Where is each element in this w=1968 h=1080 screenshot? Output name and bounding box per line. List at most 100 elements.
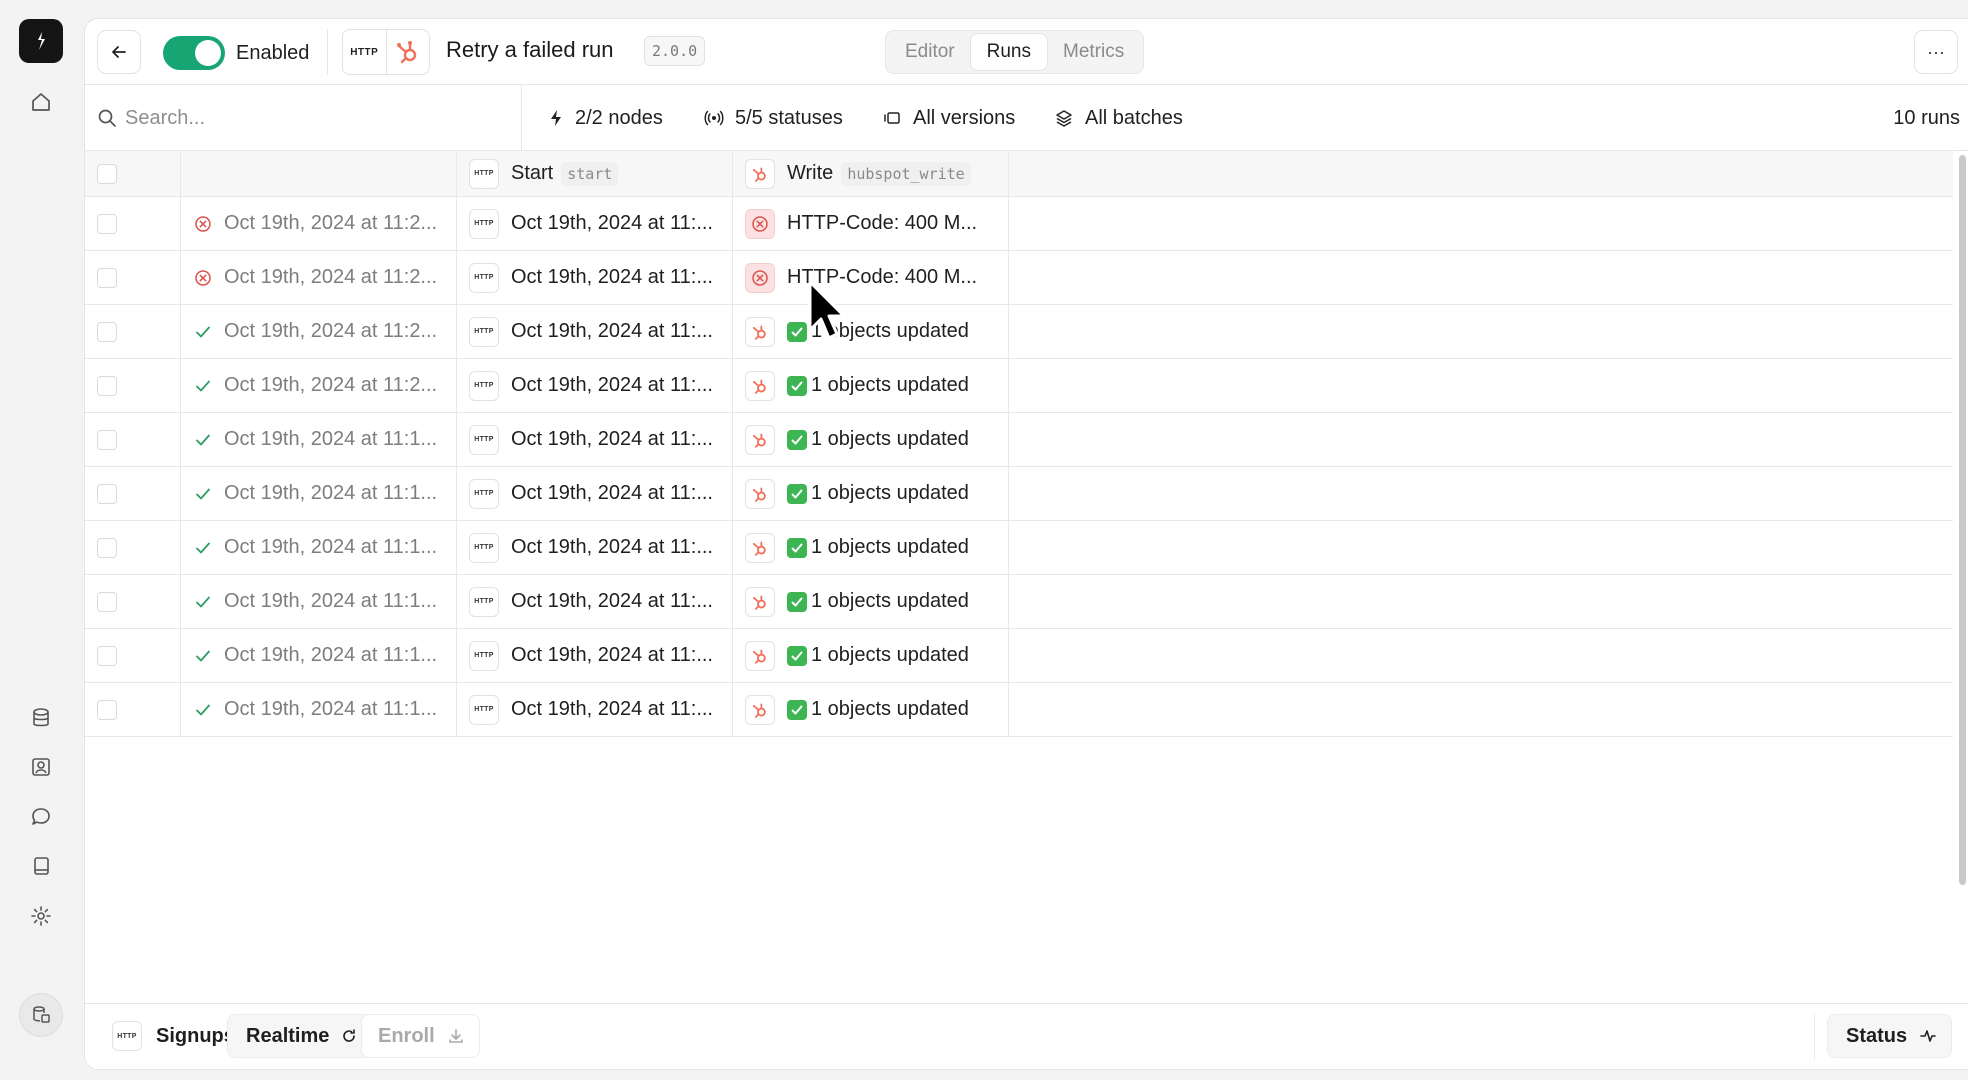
enabled-toggle[interactable]: Enabled (163, 33, 309, 73)
batches-filter[interactable]: All batches (1054, 85, 1183, 151)
enroll-button[interactable]: Enroll (361, 1014, 480, 1058)
run-time-cell[interactable]: Oct 19th, 2024 at 11:2... (181, 197, 457, 250)
tab-runs[interactable]: Runs (970, 34, 1047, 70)
run-time-cell[interactable]: Oct 19th, 2024 at 11:1... (181, 467, 457, 520)
row-checkbox[interactable] (97, 645, 117, 666)
start-output-cell[interactable]: HTTP Oct 19th, 2024 at 11:... (457, 305, 733, 358)
write-output-cell[interactable]: 1 objects updated (733, 305, 1009, 358)
row-checkbox[interactable] (97, 537, 117, 558)
start-output-cell[interactable]: HTTP Oct 19th, 2024 at 11:... (457, 197, 733, 250)
table-row[interactable]: Oct 19th, 2024 at 11:1... HTTP Oct 19th, 2… (85, 683, 1953, 737)
hubspot-icon (752, 487, 766, 502)
start-output-cell[interactable]: HTTP Oct 19th, 2024 at 11:... (457, 683, 733, 736)
row-empty-cell (1009, 359, 1953, 412)
row-checkbox[interactable] (97, 699, 117, 720)
chat-nav-button[interactable] (21, 797, 61, 837)
mouse-cursor-icon (808, 280, 846, 340)
write-output-text: 1 objects updated (787, 644, 969, 667)
run-time-cell[interactable]: Oct 19th, 2024 at 11:2... (181, 359, 457, 412)
run-time-cell[interactable]: Oct 19th, 2024 at 11:1... (181, 413, 457, 466)
settings-nav-button[interactable] (21, 896, 61, 936)
statuses-filter[interactable]: 5/5 statuses (704, 85, 843, 151)
write-output-cell[interactable]: 1 objects updated (733, 575, 1009, 628)
more-options-button[interactable]: ··· (1914, 30, 1958, 74)
row-checkbox[interactable] (97, 267, 117, 288)
row-checkbox[interactable] (97, 429, 117, 450)
http-node-chip: HTTP (469, 532, 499, 563)
home-nav-button[interactable] (21, 82, 61, 122)
hubspot-node-chip (745, 640, 775, 671)
row-checkbox[interactable] (97, 213, 117, 234)
write-output-cell[interactable]: 1 objects updated (733, 629, 1009, 682)
start-output-cell[interactable]: HTTP Oct 19th, 2024 at 11:... (457, 575, 733, 628)
app-logo[interactable] (19, 19, 63, 63)
workspace-icon (33, 1006, 50, 1023)
run-time-cell[interactable]: Oct 19th, 2024 at 11:2... (181, 251, 457, 304)
scrollbar-thumb[interactable] (1959, 155, 1966, 885)
run-success-status (193, 538, 213, 558)
row-checkbox[interactable] (97, 321, 117, 342)
write-column-label: Write (787, 162, 834, 184)
row-checkbox[interactable] (97, 591, 117, 612)
start-output-cell[interactable]: HTTP Oct 19th, 2024 at 11:... (457, 359, 733, 412)
tab-metrics[interactable]: Metrics (1047, 34, 1140, 70)
write-output-cell[interactable]: 1 objects updated (733, 683, 1009, 736)
search-input[interactable]: Search... (97, 85, 522, 151)
row-checkbox[interactable] (97, 483, 117, 504)
run-time-cell[interactable]: Oct 19th, 2024 at 11:1... (181, 575, 457, 628)
table-row[interactable]: Oct 19th, 2024 at 11:1... HTTP Oct 19th, 2… (85, 413, 1953, 467)
table-row[interactable]: Oct 19th, 2024 at 11:2... HTTP Oct 19th, 2… (85, 251, 1953, 305)
table-row[interactable]: Oct 19th, 2024 at 11:1... HTTP Oct 19th, 2… (85, 629, 1953, 683)
toggle-switch[interactable] (163, 36, 225, 70)
tab-editor[interactable]: Editor (889, 34, 971, 70)
left-rail (0, 0, 82, 1080)
table-row[interactable]: Oct 19th, 2024 at 11:2... HTTP Oct 19th, 2… (85, 197, 1953, 251)
write-output-cell[interactable]: HTTP-Code: 400 M... (733, 197, 1009, 250)
hubspot-icon (396, 41, 416, 64)
start-output-cell[interactable]: HTTP Oct 19th, 2024 at 11:... (457, 467, 733, 520)
version-badge: 2.0.0 (644, 36, 706, 66)
view-tabs: Editor Runs Metrics (885, 30, 1145, 74)
run-time-cell[interactable]: Oct 19th, 2024 at 11:1... (181, 683, 457, 736)
write-output-cell[interactable]: 1 objects updated (733, 467, 1009, 520)
vertical-scrollbar[interactable] (1956, 155, 1968, 905)
hubspot-icon (752, 325, 766, 340)
write-output-cell[interactable]: 1 objects updated (733, 413, 1009, 466)
table-row[interactable]: Oct 19th, 2024 at 11:1... HTTP Oct 19th, 2… (85, 521, 1953, 575)
broadcast-icon (704, 110, 724, 126)
select-all-checkbox[interactable] (97, 163, 117, 184)
run-time-cell[interactable]: Oct 19th, 2024 at 11:1... (181, 629, 457, 682)
back-button[interactable] (97, 30, 141, 74)
checkmark-icon (196, 380, 210, 391)
header-write-cell[interactable]: Write hubspot_write (733, 151, 1009, 196)
database-nav-button[interactable] (21, 698, 61, 738)
docs-nav-button[interactable] (21, 846, 61, 886)
write-output-cell[interactable]: 1 objects updated (733, 521, 1009, 574)
write-output-cell[interactable]: 1 objects updated (733, 359, 1009, 412)
hubspot-icon (752, 703, 766, 718)
status-button[interactable]: Status (1827, 1014, 1953, 1058)
table-row[interactable]: Oct 19th, 2024 at 11:1... HTTP Oct 19th, 2… (85, 575, 1953, 629)
workspace-avatar[interactable] (19, 993, 63, 1037)
start-output-cell[interactable]: HTTP Oct 19th, 2024 at 11:... (457, 521, 733, 574)
table-row[interactable]: Oct 19th, 2024 at 11:1... HTTP Oct 19th, 2… (85, 467, 1953, 521)
enroll-label: Enroll (378, 1024, 435, 1047)
run-time-cell[interactable]: Oct 19th, 2024 at 11:1... (181, 521, 457, 574)
write-output-cell[interactable]: HTTP-Code: 400 M... (733, 251, 1009, 304)
start-output-cell[interactable]: HTTP Oct 19th, 2024 at 11:... (457, 629, 733, 682)
nodes-filter[interactable]: 2/2 nodes (548, 85, 663, 151)
versions-filter[interactable]: All versions (882, 85, 1015, 151)
header-start-cell[interactable]: HTTP Start start (457, 151, 733, 196)
start-output-cell[interactable]: HTTP Oct 19th, 2024 at 11:... (457, 251, 733, 304)
run-time-cell[interactable]: Oct 19th, 2024 at 11:2... (181, 305, 457, 358)
realtime-button[interactable]: Realtime (227, 1014, 373, 1058)
row-checkbox[interactable] (97, 375, 117, 396)
table-row[interactable]: Oct 19th, 2024 at 11:2... HTTP Oct 19th, 2… (85, 359, 1953, 413)
write-error-chip (745, 208, 775, 239)
start-output-cell[interactable]: HTTP Oct 19th, 2024 at 11:... (457, 413, 733, 466)
row-select-cell (85, 413, 181, 466)
row-select-cell (85, 629, 181, 682)
table-row[interactable]: Oct 19th, 2024 at 11:2... HTTP Oct 19th, 2… (85, 305, 1953, 359)
row-empty-cell (1009, 629, 1953, 682)
contacts-nav-button[interactable] (21, 747, 61, 787)
